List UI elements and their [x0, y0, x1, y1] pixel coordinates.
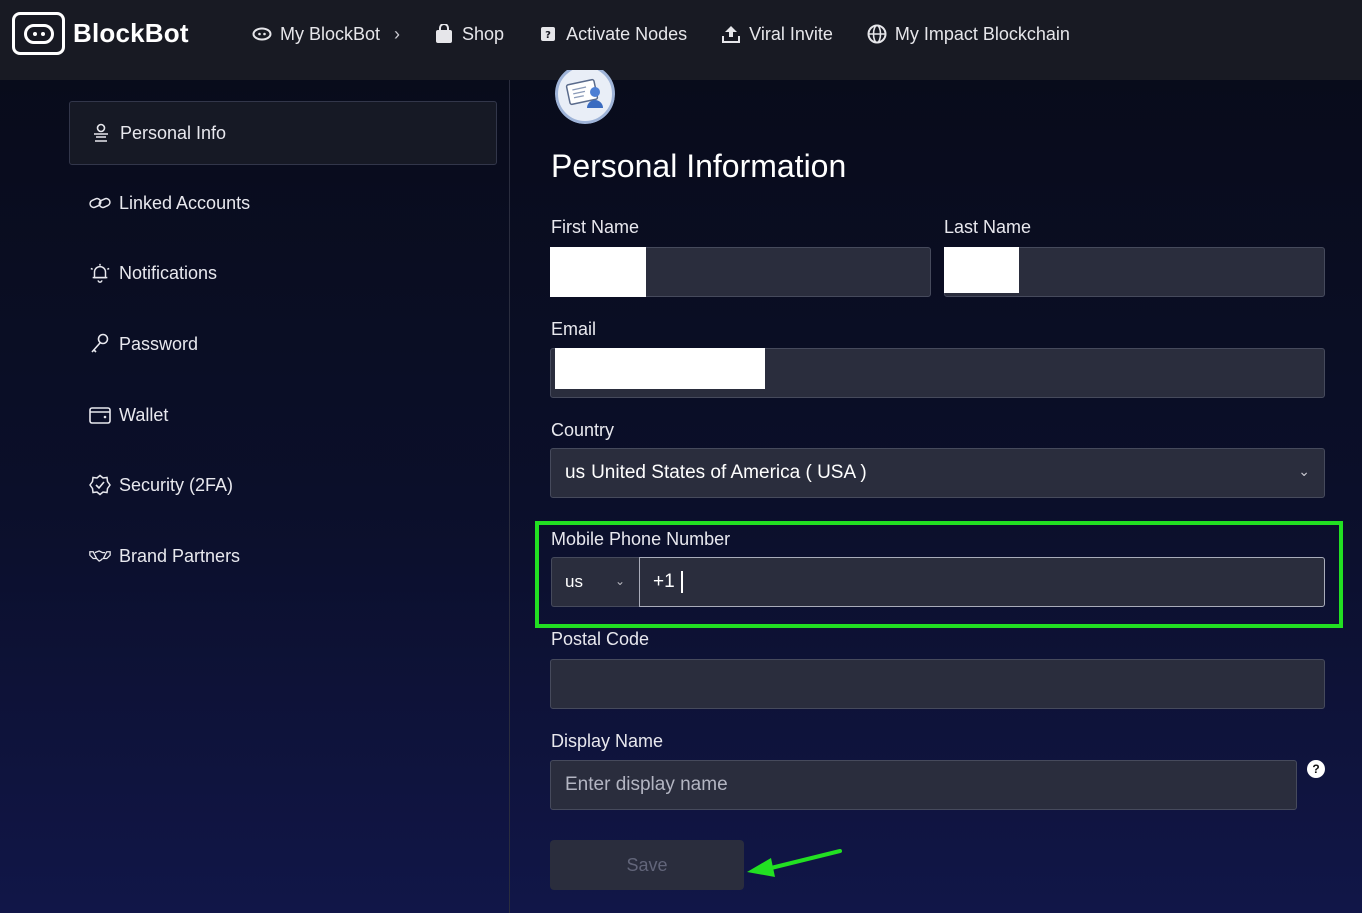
display-name-label: Display Name — [551, 731, 664, 751]
sidebar-item-label: Brand Partners — [119, 545, 241, 566]
top-navbar: BlockBot My BlockBot › Shop ? Activate N… — [0, 0, 1362, 80]
upload-icon — [721, 24, 741, 44]
sidebar-item-linked-accounts[interactable]: Linked Accounts — [69, 171, 497, 235]
nav-label: Viral Invite — [749, 23, 833, 44]
globe-icon — [867, 24, 887, 44]
link-icon — [89, 192, 111, 214]
svg-text:?: ? — [545, 30, 551, 41]
email-label: Email — [551, 319, 597, 339]
country-select[interactable]: us United States of America ( USA ) ⌄ — [550, 448, 1325, 498]
person-icon — [90, 122, 112, 144]
handshake-icon — [89, 545, 111, 567]
nav-label: Shop — [462, 23, 505, 44]
sidebar-item-label: Wallet — [119, 404, 169, 425]
phone-input[interactable]: +1 — [639, 557, 1325, 607]
country-value: United States of America ( USA ) — [591, 462, 867, 483]
text-caret — [680, 571, 683, 593]
main-nav: My BlockBot › Shop ? Activate Nodes Vira… — [252, 0, 1104, 68]
nav-label: My BlockBot — [280, 23, 381, 44]
last-name-label: Last Name — [944, 217, 1032, 237]
redacted-email — [555, 348, 765, 389]
sidebar-item-label: Notifications — [119, 262, 218, 283]
chevron-down-icon: ⌄ — [1298, 463, 1310, 479]
annotation-arrow-icon — [747, 849, 842, 877]
brand-logo[interactable]: BlockBot — [12, 12, 189, 55]
brand-name: BlockBot — [73, 18, 189, 48]
nav-shop[interactable]: Shop — [434, 24, 504, 45]
sidebar-item-label: Password — [119, 333, 199, 354]
chevron-down-icon: ⌄ — [614, 574, 625, 588]
postal-code-input[interactable] — [550, 659, 1325, 709]
key-icon — [89, 333, 111, 355]
nav-my-blockbot[interactable]: My BlockBot › — [252, 24, 400, 45]
chevron-right-icon: › — [394, 23, 401, 44]
sidebar-item-notifications[interactable]: Notifications — [69, 241, 497, 305]
sidebar-item-wallet[interactable]: Wallet — [69, 383, 497, 447]
eye-icon — [252, 24, 272, 44]
phone-country-select[interactable]: us ⌄ — [551, 557, 639, 607]
shopping-bag-icon — [434, 24, 454, 44]
profile-avatar[interactable] — [555, 70, 615, 124]
country-label: Country — [551, 420, 615, 440]
display-name-placeholder: Enter display name — [565, 774, 728, 795]
save-button[interactable]: Save — [550, 840, 744, 890]
phone-value: +1 — [653, 571, 675, 592]
settings-sidebar: Personal Info Linked Accounts Notificati… — [0, 80, 510, 913]
nav-viral-invite[interactable]: Viral Invite — [721, 24, 833, 45]
nav-label: Activate Nodes — [566, 23, 688, 44]
sidebar-item-brand-partners[interactable]: Brand Partners — [69, 524, 497, 588]
redacted-last-name — [944, 247, 1019, 293]
sidebar-item-label: Linked Accounts — [119, 192, 251, 213]
sidebar-item-label: Security (2FA) — [119, 474, 234, 495]
country-code: us — [565, 462, 586, 483]
logo-icon — [12, 12, 65, 55]
phone-country-code: us — [565, 572, 583, 591]
redacted-first-name — [550, 247, 646, 297]
shield-check-icon — [89, 474, 111, 496]
nav-my-impact-blockchain[interactable]: My Impact Blockchain — [867, 24, 1070, 45]
first-name-label: First Name — [551, 217, 640, 237]
postal-code-label: Postal Code — [551, 629, 650, 649]
profile-card-icon — [565, 78, 603, 108]
sidebar-item-security-2fa[interactable]: Security (2FA) — [69, 453, 497, 517]
bell-icon — [89, 262, 111, 284]
wallet-icon — [89, 404, 111, 426]
page-title: Personal Information — [551, 148, 847, 184]
sidebar-item-personal-info[interactable]: Personal Info — [69, 101, 497, 165]
nav-label: My Impact Blockchain — [894, 23, 1070, 44]
display-name-input[interactable]: Enter display name — [550, 760, 1297, 810]
sidebar-item-password[interactable]: Password — [69, 312, 497, 376]
node-icon: ? — [538, 24, 558, 44]
help-icon[interactable]: ? — [1307, 760, 1325, 778]
nav-activate-nodes[interactable]: ? Activate Nodes — [538, 24, 687, 45]
sidebar-item-label: Personal Info — [120, 122, 227, 143]
phone-label: Mobile Phone Number — [551, 529, 731, 549]
